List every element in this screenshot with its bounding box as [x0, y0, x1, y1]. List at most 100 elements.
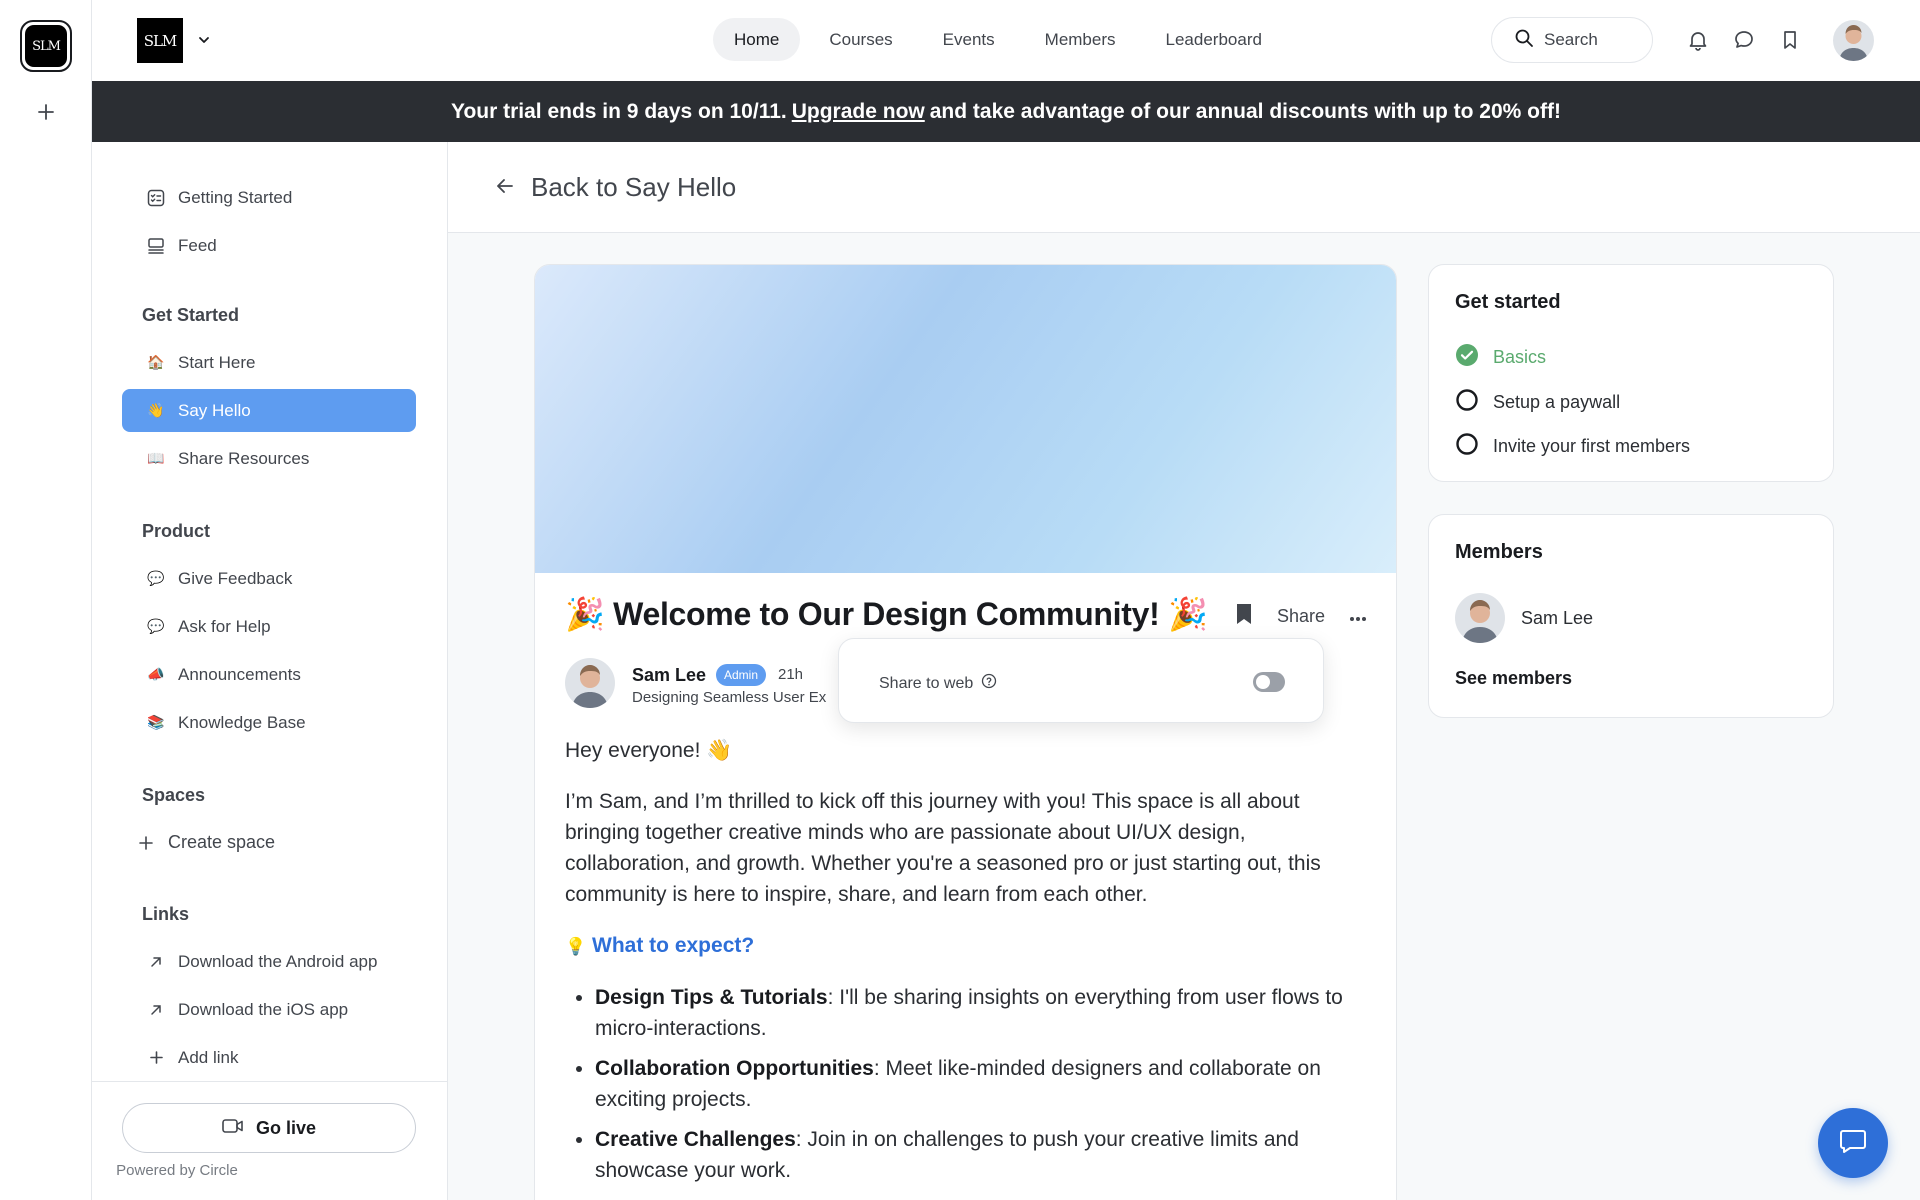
- books-emoji-icon: 📚: [147, 714, 165, 730]
- sidebar-item-label: Share Resources: [178, 448, 310, 468]
- sidebar-link-ios-app[interactable]: Download the iOS app: [122, 988, 416, 1031]
- checklist-icon: [146, 188, 166, 208]
- nav-events[interactable]: Events: [922, 18, 1016, 61]
- bullet-bold: Design Tips & Tutorials: [595, 986, 828, 1009]
- chevron-down-icon[interactable]: [196, 32, 212, 48]
- sidebar-item-give-feedback[interactable]: 💬 Give Feedback: [122, 557, 416, 600]
- share-button[interactable]: Share: [1277, 606, 1325, 627]
- user-avatar[interactable]: [1833, 20, 1874, 61]
- trial-banner: Your trial ends in 9 days on 10/11. Upgr…: [92, 81, 1920, 142]
- sidebar-item-label: Add link: [178, 1047, 239, 1067]
- community-switcher-logo[interactable]: SLM: [20, 20, 72, 72]
- list-item: Creative Challenges: Join in on challeng…: [595, 1124, 1365, 1186]
- checklist-label: Basics: [1493, 347, 1547, 367]
- search-icon: [1514, 28, 1534, 53]
- speech-bubble-emoji-icon: 💬: [147, 570, 165, 586]
- bookmark-filled-icon[interactable]: [1235, 603, 1253, 630]
- sidebar-item-getting-started[interactable]: Getting Started: [122, 176, 416, 219]
- sidebar-item-ask-for-help[interactable]: 💬 Ask for Help: [122, 605, 416, 648]
- checklist-item-invite-members[interactable]: Invite your first members: [1455, 432, 1690, 461]
- get-started-card: Get started Basics Setup a paywall Invit…: [1428, 264, 1834, 482]
- sidebar-item-announcements[interactable]: 📣 Announcements: [122, 653, 416, 696]
- sidebar-item-label: Create space: [168, 832, 276, 852]
- admin-badge: Admin: [716, 664, 767, 686]
- top-header: SLM Home Courses Events Members Leaderbo…: [92, 0, 1920, 81]
- bell-icon[interactable]: [1686, 28, 1710, 52]
- nav-home[interactable]: Home: [713, 18, 801, 61]
- author-bio: Designing Seamless User Ex: [632, 689, 827, 706]
- arrow-left-icon: [495, 172, 515, 203]
- plus-icon: [136, 833, 156, 853]
- house-emoji-icon: 🏠: [147, 354, 165, 370]
- sidebar-heading-product[interactable]: Product: [142, 521, 210, 542]
- sidebar-item-label: Feed: [178, 235, 217, 255]
- left-sidebar: Getting Started Feed Get Started 🏠 Start…: [92, 142, 448, 1200]
- author-name[interactable]: Sam Lee: [632, 665, 706, 686]
- nav-leaderboard[interactable]: Leaderboard: [1145, 18, 1283, 61]
- chat-support-button[interactable]: [1818, 1108, 1888, 1178]
- nav-courses[interactable]: Courses: [808, 18, 913, 61]
- sidebar-link-android-app[interactable]: Download the Android app: [122, 940, 416, 983]
- chat-icon: [1839, 1128, 1867, 1159]
- more-options-icon[interactable]: [1349, 606, 1367, 627]
- sidebar-heading-get-started[interactable]: Get Started: [142, 305, 239, 326]
- chat-bubble-icon[interactable]: [1732, 28, 1756, 52]
- add-community-icon[interactable]: [32, 98, 60, 126]
- share-to-web-toggle[interactable]: [1253, 672, 1285, 692]
- member-name[interactable]: Sam Lee: [1521, 608, 1593, 629]
- sidebar-item-share-resources[interactable]: 📖 Share Resources: [122, 437, 416, 480]
- post-timestamp[interactable]: 21h: [778, 666, 803, 683]
- sidebar-item-label: Give Feedback: [178, 568, 293, 588]
- post-actions: Share: [1235, 603, 1367, 630]
- back-to-space-link[interactable]: Back to Say Hello: [495, 172, 736, 203]
- checklist-item-basics[interactable]: Basics: [1455, 343, 1546, 372]
- empty-circle-icon: [1455, 388, 1479, 417]
- member-avatar[interactable]: [1455, 593, 1505, 643]
- brand-logo[interactable]: SLM: [137, 18, 183, 63]
- help-circle-icon[interactable]: [981, 673, 997, 694]
- waving-hand-emoji-icon: 👋: [147, 402, 165, 418]
- post-bullet-list: Design Tips & Tutorials: I'll be sharing…: [595, 982, 1365, 1186]
- go-live-button[interactable]: Go live: [122, 1103, 416, 1153]
- back-label: Back to Say Hello: [531, 172, 737, 202]
- search-button[interactable]: Search: [1491, 17, 1653, 63]
- sidebar-item-label: Knowledge Base: [178, 712, 306, 732]
- banner-text: Your trial ends in 9 days on 10/11.: [451, 99, 787, 123]
- sidebar-item-say-hello[interactable]: 👋 Say Hello: [122, 389, 416, 432]
- nav-members[interactable]: Members: [1024, 18, 1137, 61]
- author-avatar[interactable]: [565, 658, 615, 708]
- sidebar-item-start-here[interactable]: 🏠 Start Here: [122, 341, 416, 384]
- post-body: Hey everyone! 👋 I’m Sam, and I’m thrille…: [565, 735, 1365, 1195]
- banner-text-after: and take advantage of our annual discoun…: [929, 99, 1561, 123]
- share-to-web-label: Share to web: [879, 674, 974, 692]
- sidebar-item-feed[interactable]: Feed: [122, 224, 416, 267]
- see-members-link[interactable]: See members: [1455, 668, 1572, 689]
- lightbulb-emoji-icon: 💡: [565, 937, 587, 956]
- community-logo-text: SLM: [25, 25, 67, 67]
- add-link-button[interactable]: Add link: [122, 1036, 416, 1079]
- sidebar-heading-links[interactable]: Links: [142, 904, 189, 925]
- sidebar-item-knowledge-base[interactable]: 📚 Knowledge Base: [122, 701, 416, 744]
- create-space-button[interactable]: Create space: [122, 821, 416, 864]
- toggle-knob: [1256, 675, 1270, 689]
- empty-circle-icon: [1455, 432, 1479, 461]
- sidebar-item-label: Say Hello: [178, 400, 251, 420]
- post-intro: I’m Sam, and I’m thrilled to kick off th…: [565, 790, 1321, 906]
- check-circle-filled-icon: [1455, 343, 1479, 372]
- list-item: Design Tips & Tutorials: I'll be sharing…: [595, 982, 1365, 1044]
- megaphone-emoji-icon: 📣: [147, 666, 165, 682]
- bookmark-icon[interactable]: [1778, 28, 1802, 52]
- powered-by-circle[interactable]: Powered by Circle: [30, 1162, 324, 1179]
- members-title: Members: [1455, 541, 1543, 563]
- post-greeting: Hey everyone! 👋: [565, 739, 733, 762]
- upgrade-now-link[interactable]: Upgrade now: [792, 100, 925, 124]
- main-nav: Home Courses Events Members Leaderboard: [713, 18, 1283, 61]
- sidebar-item-label: Getting Started: [178, 187, 293, 207]
- bullet-bold: Creative Challenges: [595, 1128, 796, 1151]
- checklist-item-paywall[interactable]: Setup a paywall: [1455, 388, 1620, 417]
- sidebar-item-label: Download the iOS app: [178, 999, 349, 1019]
- sidebar-heading-spaces[interactable]: Spaces: [142, 785, 205, 806]
- video-camera-icon: [222, 1118, 244, 1139]
- post-subheading: 💡 What to expect?: [565, 930, 1365, 962]
- sidebar-divider: [92, 1081, 448, 1082]
